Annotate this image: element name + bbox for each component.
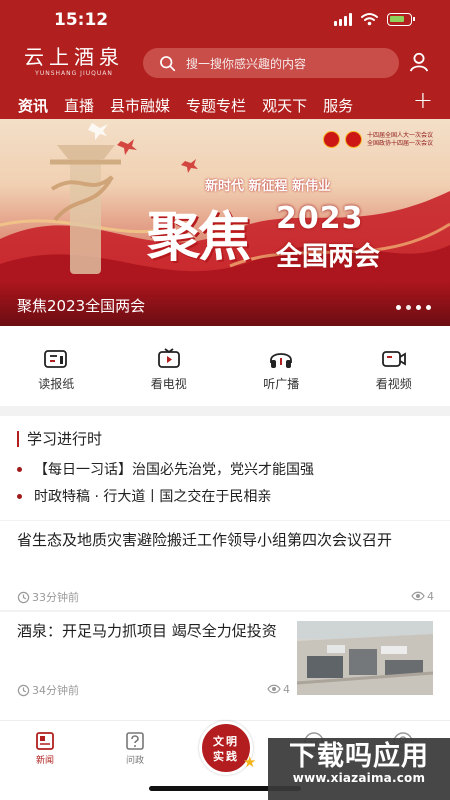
question-icon xyxy=(126,732,144,750)
carousel-dot[interactable] xyxy=(416,305,421,310)
study-item-text: 时政特稿 · 行大道丨国之交在于民相亲 xyxy=(34,489,272,505)
news-title: 省生态及地质灾害避险搬迁工作领导小组第四次会议召开 xyxy=(17,531,393,549)
study-item[interactable]: 【每日一习话】治国必先治党，党兴才能国强 xyxy=(17,459,314,479)
emblem-icon xyxy=(322,131,340,148)
banner-slogan: 新时代 新征程 新伟业 xyxy=(205,179,332,194)
tab-world[interactable]: 观天下 xyxy=(262,95,307,116)
app-logo[interactable]: 云上酒泉 YUNSHANG JIUQUAN xyxy=(16,45,132,81)
study-item-text: 【每日一习话】治国必先治党，党兴才能国强 xyxy=(34,462,314,478)
news-meta: 33分钟前 xyxy=(17,589,79,605)
wifi-icon xyxy=(361,13,378,26)
banner-year: 2023 xyxy=(276,201,364,236)
quick-action-label: 听广播 xyxy=(263,377,300,391)
nav-label: 问政 xyxy=(125,756,144,766)
add-tab-button[interactable]: + xyxy=(413,88,433,112)
nav-item-news[interactable]: 新闻 xyxy=(20,730,70,766)
star-icon: ★ xyxy=(243,753,257,771)
user-profile-icon[interactable] xyxy=(408,51,430,73)
official-badges: 十四届全国人大一次会议 全国政协十四届一次会议 xyxy=(322,131,433,148)
status-icons xyxy=(334,12,415,26)
quick-action-listen-radio[interactable]: 听广播 xyxy=(225,326,338,406)
meeting-badge-text: 十四届全国人大一次会议 全国政协十四届一次会议 xyxy=(366,131,433,147)
watermark-site: www.xiazaima.com xyxy=(292,771,426,785)
carousel-indicator xyxy=(396,305,431,310)
bullet-icon xyxy=(17,493,22,499)
section-title: 学习进行时 xyxy=(17,428,102,449)
news-title: 酒泉：开足马力抓项目 竭尽全力促投资 xyxy=(17,622,277,640)
cppcc-emblem-icon xyxy=(344,131,362,148)
eye-icon xyxy=(411,591,425,601)
eye-icon xyxy=(267,684,281,694)
section-title-text: 学习进行时 xyxy=(27,430,103,448)
logo-title: 云上酒泉 xyxy=(24,45,124,69)
carousel-dot[interactable] xyxy=(406,305,411,310)
site-watermark: 下载吗应用 www.xiazaima.com xyxy=(268,738,450,800)
tab-county-media[interactable]: 县市融媒 xyxy=(110,95,170,116)
news-time: 34分钟前 xyxy=(32,684,79,697)
study-item[interactable]: 时政特稿 · 行大道丨国之交在于民相亲 xyxy=(17,486,271,506)
carousel-dot[interactable] xyxy=(396,305,401,310)
section-marker xyxy=(17,430,19,447)
status-time: 15:12 xyxy=(54,10,109,30)
category-tabs: 资讯 直播 县市融媒 专题专栏 观天下 服务 xyxy=(18,91,438,123)
tv-icon xyxy=(157,348,180,368)
battery-icon xyxy=(387,12,415,26)
search-placeholder: 搜一搜你感兴趣的内容 xyxy=(186,56,307,71)
tab-services[interactable]: 服务 xyxy=(323,95,353,116)
quick-action-watch-tv[interactable]: 看电视 xyxy=(113,326,226,406)
quick-action-watch-video[interactable]: 看视频 xyxy=(338,326,450,406)
news-item[interactable]: 酒泉：开足马力抓项目 竭尽全力促投资 34分钟前 4 xyxy=(0,612,450,711)
video-camera-icon xyxy=(381,351,406,367)
search-input[interactable]: 搜一搜你感兴趣的内容 xyxy=(143,48,399,78)
study-section: 学习进行时 【每日一习话】治国必先治党，党兴才能国强 时政特稿 · 行大道丨国之… xyxy=(0,416,450,520)
quick-action-label: 看视频 xyxy=(375,377,412,391)
newspaper-icon xyxy=(44,350,68,368)
banner-caption: 聚焦2023全国两会 xyxy=(17,297,146,315)
news-meta: 34分钟前 xyxy=(17,682,79,698)
tab-live[interactable]: 直播 xyxy=(64,95,94,116)
banner-meeting: 全国两会 xyxy=(276,242,381,272)
quick-actions: 读报纸 看电视 听广播 看视频 xyxy=(0,326,450,406)
top-header: 15:12 云上酒泉 YUNSHANG JIUQUAN 搜一搜你感兴趣的内容 资… xyxy=(0,0,450,124)
news-thumbnail[interactable] xyxy=(297,621,433,695)
status-bar: 15:12 xyxy=(0,0,450,42)
quick-action-label: 读报纸 xyxy=(38,377,75,391)
news-item[interactable]: 省生态及地质灾害避险搬迁工作领导小组第四次会议召开 33分钟前 4 xyxy=(0,521,450,610)
view-count: 4 xyxy=(411,589,434,603)
view-count-text: 4 xyxy=(427,589,434,603)
nav-label: 新闻 xyxy=(35,756,54,766)
banner-focus-text: 聚焦 xyxy=(147,206,251,268)
news-time: 33分钟前 xyxy=(32,591,79,604)
signal-icon xyxy=(334,12,352,26)
bullet-icon xyxy=(17,466,22,472)
hero-banner[interactable]: 十四届全国人大一次会议 全国政协十四届一次会议 新时代 新征程 新伟业 聚焦 2… xyxy=(0,119,450,326)
search-icon xyxy=(160,55,176,71)
quick-action-label: 看电视 xyxy=(150,377,187,391)
quick-action-read-paper[interactable]: 读报纸 xyxy=(0,326,113,406)
view-count-text: 4 xyxy=(283,682,290,696)
center-line-1: 文明 xyxy=(213,735,239,748)
clock-icon xyxy=(17,591,30,603)
carousel-dot[interactable] xyxy=(426,305,431,310)
view-count: 4 xyxy=(267,682,290,696)
tab-news[interactable]: 资讯 xyxy=(18,95,48,123)
clock-icon xyxy=(17,684,30,696)
news-icon xyxy=(36,732,54,750)
tab-special-topics[interactable]: 专题专栏 xyxy=(186,95,246,116)
nav-item-inquiry[interactable]: 问政 xyxy=(110,730,160,766)
headphones-icon xyxy=(270,353,293,368)
logo-subtitle: YUNSHANG JIUQUAN xyxy=(35,70,113,77)
